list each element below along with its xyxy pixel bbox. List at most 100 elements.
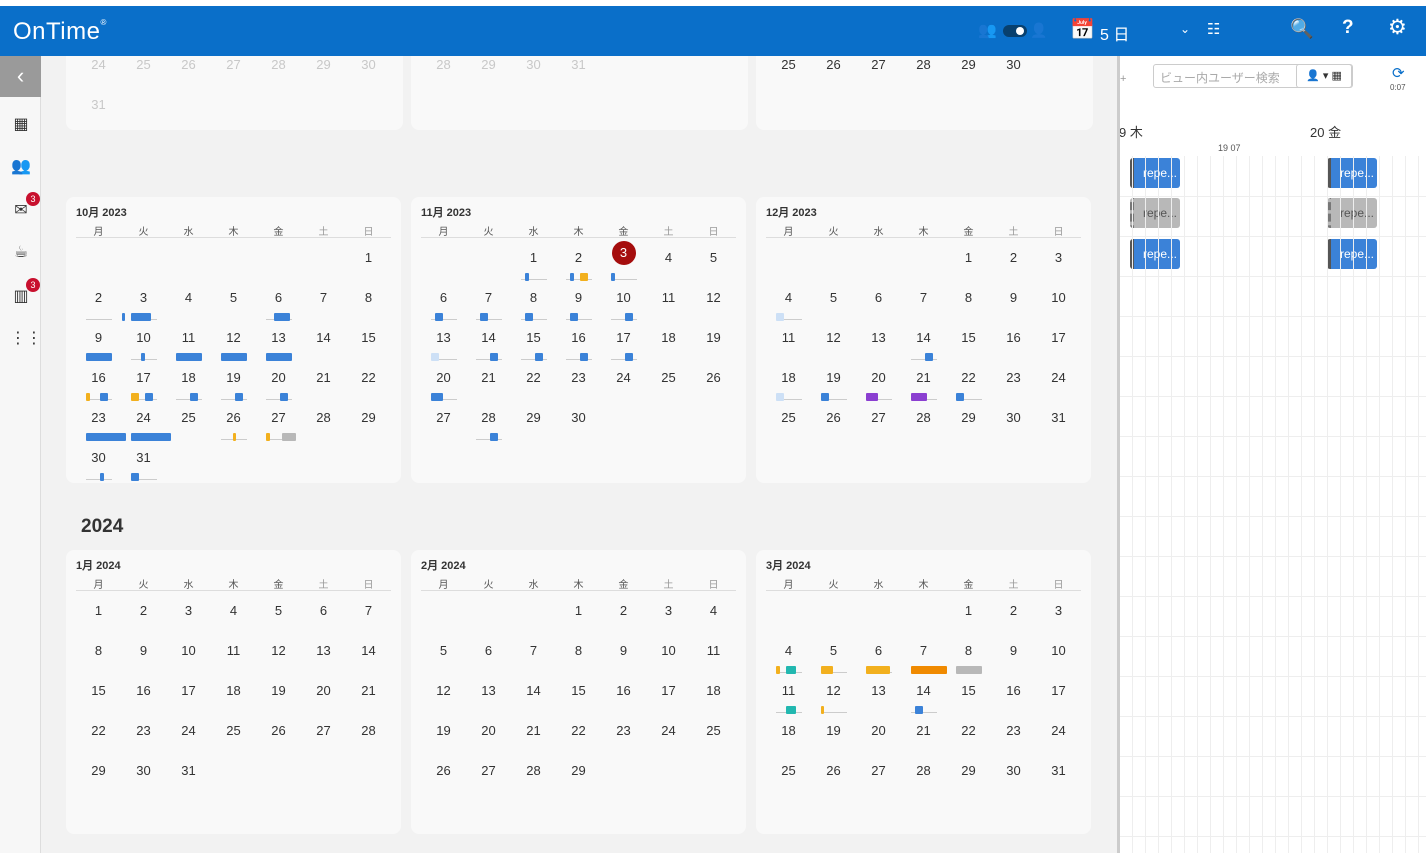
event-repeat-tentative[interactable]: repe... <box>1130 198 1180 228</box>
calendar-day[interactable]: 24 <box>646 714 691 754</box>
calendar-day[interactable]: 22 <box>556 714 601 754</box>
refresh-icon[interactable]: ⟳ <box>1392 64 1405 82</box>
calendar-day[interactable]: 23 <box>991 361 1036 401</box>
calendar-day[interactable]: 6 <box>301 594 346 634</box>
calendar-day[interactable]: 30 <box>346 56 391 88</box>
calendar-day[interactable]: 4 <box>166 281 211 321</box>
calendar-day[interactable]: 26 <box>811 754 856 794</box>
calendar-day[interactable]: 20 <box>466 714 511 754</box>
calendar-day[interactable]: 1 <box>946 594 991 634</box>
calendar-day[interactable]: 23 <box>991 714 1036 754</box>
calendar-day[interactable]: 19 <box>691 321 736 361</box>
calendar-day[interactable]: 12 <box>211 321 256 361</box>
calendar-day[interactable]: 11 <box>766 321 811 361</box>
calendar-day[interactable]: 6 <box>421 281 466 321</box>
calendar-day[interactable]: 18 <box>766 361 811 401</box>
calendar-day[interactable]: 20 <box>256 361 301 401</box>
calendar-day[interactable]: 25 <box>691 714 736 754</box>
calendar-day[interactable]: 12 <box>811 674 856 714</box>
calendar-day[interactable]: 4 <box>766 634 811 674</box>
calendar-day[interactable]: 5 <box>811 634 856 674</box>
calendar-day[interactable]: 13 <box>466 674 511 714</box>
calendar-day[interactable]: 29 <box>556 754 601 794</box>
calendar-day[interactable]: 27 <box>856 754 901 794</box>
calendar-day[interactable]: 12 <box>421 674 466 714</box>
calendar-day[interactable]: 24 <box>601 361 646 401</box>
calendar-day[interactable]: 10 <box>646 634 691 674</box>
calendar-day[interactable]: 2 <box>991 241 1036 281</box>
calendar-day[interactable]: 16 <box>76 361 121 401</box>
calendar-day[interactable]: 16 <box>991 321 1036 361</box>
calendar-day[interactable]: 25 <box>646 361 691 401</box>
calendar-day[interactable]: 25 <box>766 56 811 88</box>
calendar-day[interactable]: 17 <box>166 674 211 714</box>
calendar-day[interactable]: 11 <box>166 321 211 361</box>
calendar-day[interactable]: 31 <box>1036 754 1081 794</box>
calendar-day[interactable]: 31 <box>76 88 121 128</box>
calendar-day[interactable]: 27 <box>301 714 346 754</box>
calendar-day[interactable]: 7 <box>901 281 946 321</box>
calendar-day[interactable]: 19 <box>811 361 856 401</box>
calendar-day[interactable]: 27 <box>256 401 301 441</box>
calendar-day[interactable]: 25 <box>121 56 166 88</box>
calendar-day[interactable]: 9 <box>76 321 121 361</box>
calendar-day[interactable]: 13 <box>301 634 346 674</box>
calendar-day[interactable]: 7 <box>466 281 511 321</box>
calendar-day[interactable]: 18 <box>646 321 691 361</box>
calendar-day[interactable]: 11 <box>766 674 811 714</box>
calendar-day[interactable]: 2 <box>991 594 1036 634</box>
calendar-day[interactable]: 7 <box>301 281 346 321</box>
calendar-day[interactable]: 5 <box>421 634 466 674</box>
calendar-day[interactable]: 3 <box>1036 241 1081 281</box>
calendar-day[interactable]: 26 <box>211 401 256 441</box>
calendar-day[interactable]: 9 <box>121 634 166 674</box>
calendar-day[interactable]: 14 <box>511 674 556 714</box>
calendar-day[interactable]: 15 <box>511 321 556 361</box>
event-repeat[interactable]: repe... <box>1327 158 1377 188</box>
calendar-day[interactable]: 3 <box>121 281 166 321</box>
calendar-nav-icon[interactable]: ▦ <box>10 114 32 136</box>
calendar-day[interactable]: 20 <box>856 714 901 754</box>
search-user-icon[interactable]: 🔍 <box>1290 17 1314 41</box>
calendar-day[interactable]: 3 <box>166 594 211 634</box>
gear-icon[interactable]: ⚙ <box>1388 15 1407 40</box>
calendar-day[interactable]: 29 <box>76 754 121 794</box>
calendar-day[interactable]: 23 <box>601 714 646 754</box>
calendar-day[interactable]: 24 <box>121 401 171 441</box>
calendar-day[interactable]: 8 <box>946 281 991 321</box>
calendar-day[interactable]: 28 <box>901 56 946 88</box>
calendar-day[interactable]: 17 <box>1036 321 1081 361</box>
calendar-day[interactable]: 1 <box>946 241 991 281</box>
calendar-day[interactable]: 15 <box>346 321 391 361</box>
calendar-day[interactable]: 8 <box>556 634 601 674</box>
calendar-day[interactable]: 29 <box>346 401 391 441</box>
calendar-day[interactable]: 1 <box>346 241 391 281</box>
calendar-day[interactable]: 22 <box>346 361 391 401</box>
calendar-day[interactable]: 23 <box>121 714 166 754</box>
calendar-day[interactable]: 31 <box>166 754 211 794</box>
calendar-day[interactable]: 2 <box>121 594 166 634</box>
group-users-icon[interactable]: 👥 <box>978 21 997 39</box>
collapse-button[interactable]: ‹ <box>0 56 41 97</box>
calendar-day[interactable]: 9 <box>991 281 1036 321</box>
calendar-day[interactable]: 29 <box>946 754 991 794</box>
calendar-day[interactable]: 8 <box>346 281 391 321</box>
calendar-day[interactable]: 9 <box>601 634 646 674</box>
calendar-day[interactable]: 15 <box>556 674 601 714</box>
calendar-day[interactable]: 28 <box>301 401 346 441</box>
calendar-day[interactable]: 30 <box>76 441 121 481</box>
calendar-day[interactable]: 20 <box>856 361 901 401</box>
calendar-day[interactable]: 24 <box>166 714 211 754</box>
event-repeat[interactable]: repe... <box>1130 158 1180 188</box>
calendar-day[interactable]: 13 <box>421 321 466 361</box>
calendar-day[interactable]: 27 <box>421 401 466 441</box>
calendar-day[interactable]: 16 <box>556 321 601 361</box>
calendar-day[interactable]: 31 <box>1036 401 1081 441</box>
calendar-day[interactable]: 10 <box>601 281 646 321</box>
calendar-day[interactable]: 26 <box>256 714 301 754</box>
calendar-day[interactable]: 16 <box>991 674 1036 714</box>
calendar-day[interactable]: 13 <box>856 674 901 714</box>
calendar-day[interactable]: 27 <box>856 401 901 441</box>
calendar-day[interactable]: 2 <box>76 281 125 321</box>
calendar-day[interactable]: 6 <box>856 634 901 674</box>
